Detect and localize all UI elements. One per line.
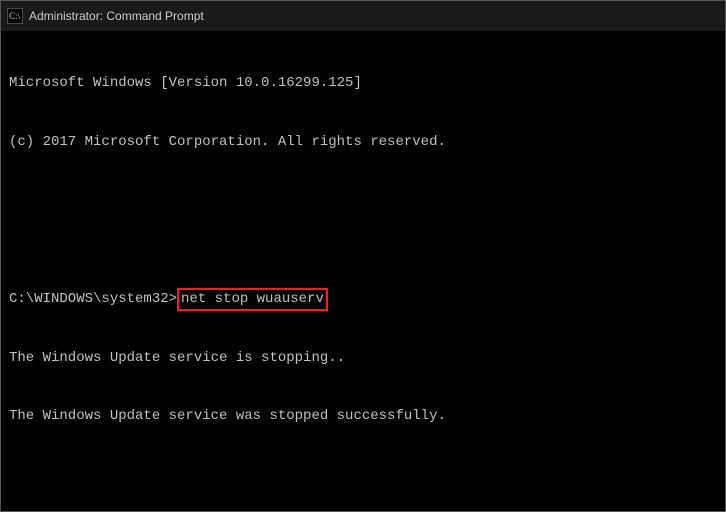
command-line: C:\WINDOWS\system32>net stop wuauserv (9, 290, 717, 310)
output-line: The Windows Update service is stopping.. (9, 349, 717, 369)
terminal-area[interactable]: Microsoft Windows [Version 10.0.16299.12… (1, 31, 725, 511)
header-line: (c) 2017 Microsoft Corporation. All righ… (9, 133, 717, 153)
highlighted-command: net stop wuauserv (177, 288, 328, 312)
prompt: C:\WINDOWS\system32> (9, 291, 177, 307)
svg-text:C:\: C:\ (9, 11, 21, 21)
cmd-icon: C:\ (7, 8, 23, 24)
titlebar[interactable]: C:\ Administrator: Command Prompt (1, 1, 725, 31)
blank-line (9, 466, 717, 486)
header-line: Microsoft Windows [Version 10.0.16299.12… (9, 74, 717, 94)
command-prompt-window: C:\ Administrator: Command Prompt Micros… (0, 0, 726, 512)
output-line: The Windows Update service was stopped s… (9, 407, 717, 427)
blank-line (9, 192, 717, 212)
window-title: Administrator: Command Prompt (29, 9, 204, 23)
